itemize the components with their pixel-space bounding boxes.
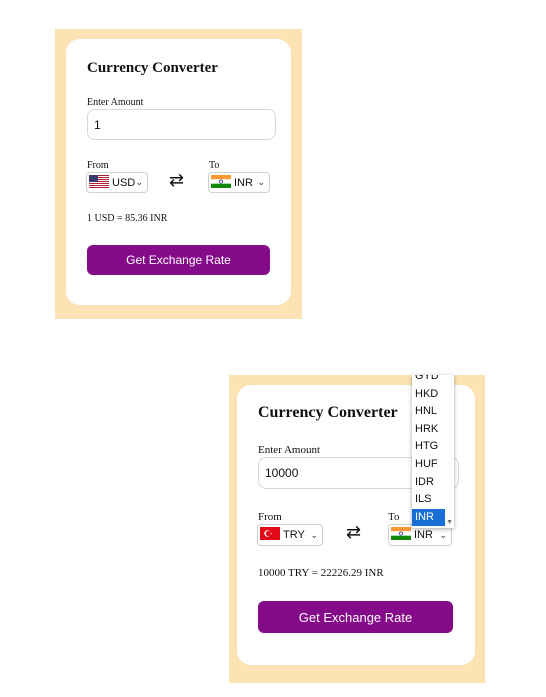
swap-icon[interactable]: ⇄ xyxy=(346,522,361,543)
currency-option[interactable]: IDR xyxy=(412,474,454,492)
india-flag-icon xyxy=(211,174,231,191)
currency-option[interactable]: HRK xyxy=(412,421,454,439)
amount-input[interactable]: 1 xyxy=(87,109,276,140)
currency-option-selected[interactable]: INR xyxy=(412,508,445,527)
amount-label: Enter Amount xyxy=(258,444,321,456)
chevron-down-icon: ⌄ xyxy=(257,177,265,187)
to-label: To xyxy=(388,511,400,523)
turkey-flag-icon xyxy=(260,527,280,543)
to-currency-value: INR xyxy=(414,529,433,541)
to-currency-select[interactable]: INR ⌄ xyxy=(208,172,270,193)
us-flag-icon xyxy=(89,174,109,191)
currency-option[interactable]: HKD xyxy=(412,386,454,404)
india-flag-icon xyxy=(391,527,411,543)
chevron-down-icon: ⌄ xyxy=(135,177,143,187)
from-currency-select[interactable]: TRY ⌄ xyxy=(257,524,323,546)
from-currency-value: TRY xyxy=(283,529,305,541)
currency-option[interactable]: ILS xyxy=(412,491,454,509)
page-title: Currency Converter xyxy=(87,60,218,76)
currency-option[interactable]: HUF xyxy=(412,456,454,474)
currency-dropdown-list[interactable]: GYD HKD HNL HRK HTG HUF IDR ILS INR ▼ xyxy=(412,375,454,528)
page-title: Currency Converter xyxy=(258,404,398,421)
scroll-down-arrow-icon[interactable]: ▼ xyxy=(446,519,453,526)
get-exchange-rate-button[interactable]: Get Exchange Rate xyxy=(87,245,270,275)
from-label: From xyxy=(87,160,109,171)
from-label: From xyxy=(258,511,282,523)
chevron-down-icon: ⌄ xyxy=(310,529,318,540)
from-currency-select[interactable]: USD ⌄ xyxy=(86,172,148,193)
currency-option[interactable]: HNL xyxy=(412,403,454,421)
exchange-result: 10000 TRY = 22226.29 INR xyxy=(258,567,384,579)
to-label: To xyxy=(209,160,220,171)
get-exchange-rate-button[interactable]: Get Exchange Rate xyxy=(258,601,453,633)
swap-icon[interactable]: ⇄ xyxy=(169,170,184,191)
amount-label: Enter Amount xyxy=(87,97,144,108)
from-currency-value: USD xyxy=(112,176,136,189)
currency-option[interactable]: GYD xyxy=(412,375,454,386)
currency-option[interactable]: HTG xyxy=(412,438,454,456)
chevron-down-icon: ⌄ xyxy=(439,529,447,540)
exchange-result: 1 USD = 85.36 INR xyxy=(87,213,168,224)
to-currency-value: INR xyxy=(234,176,253,189)
